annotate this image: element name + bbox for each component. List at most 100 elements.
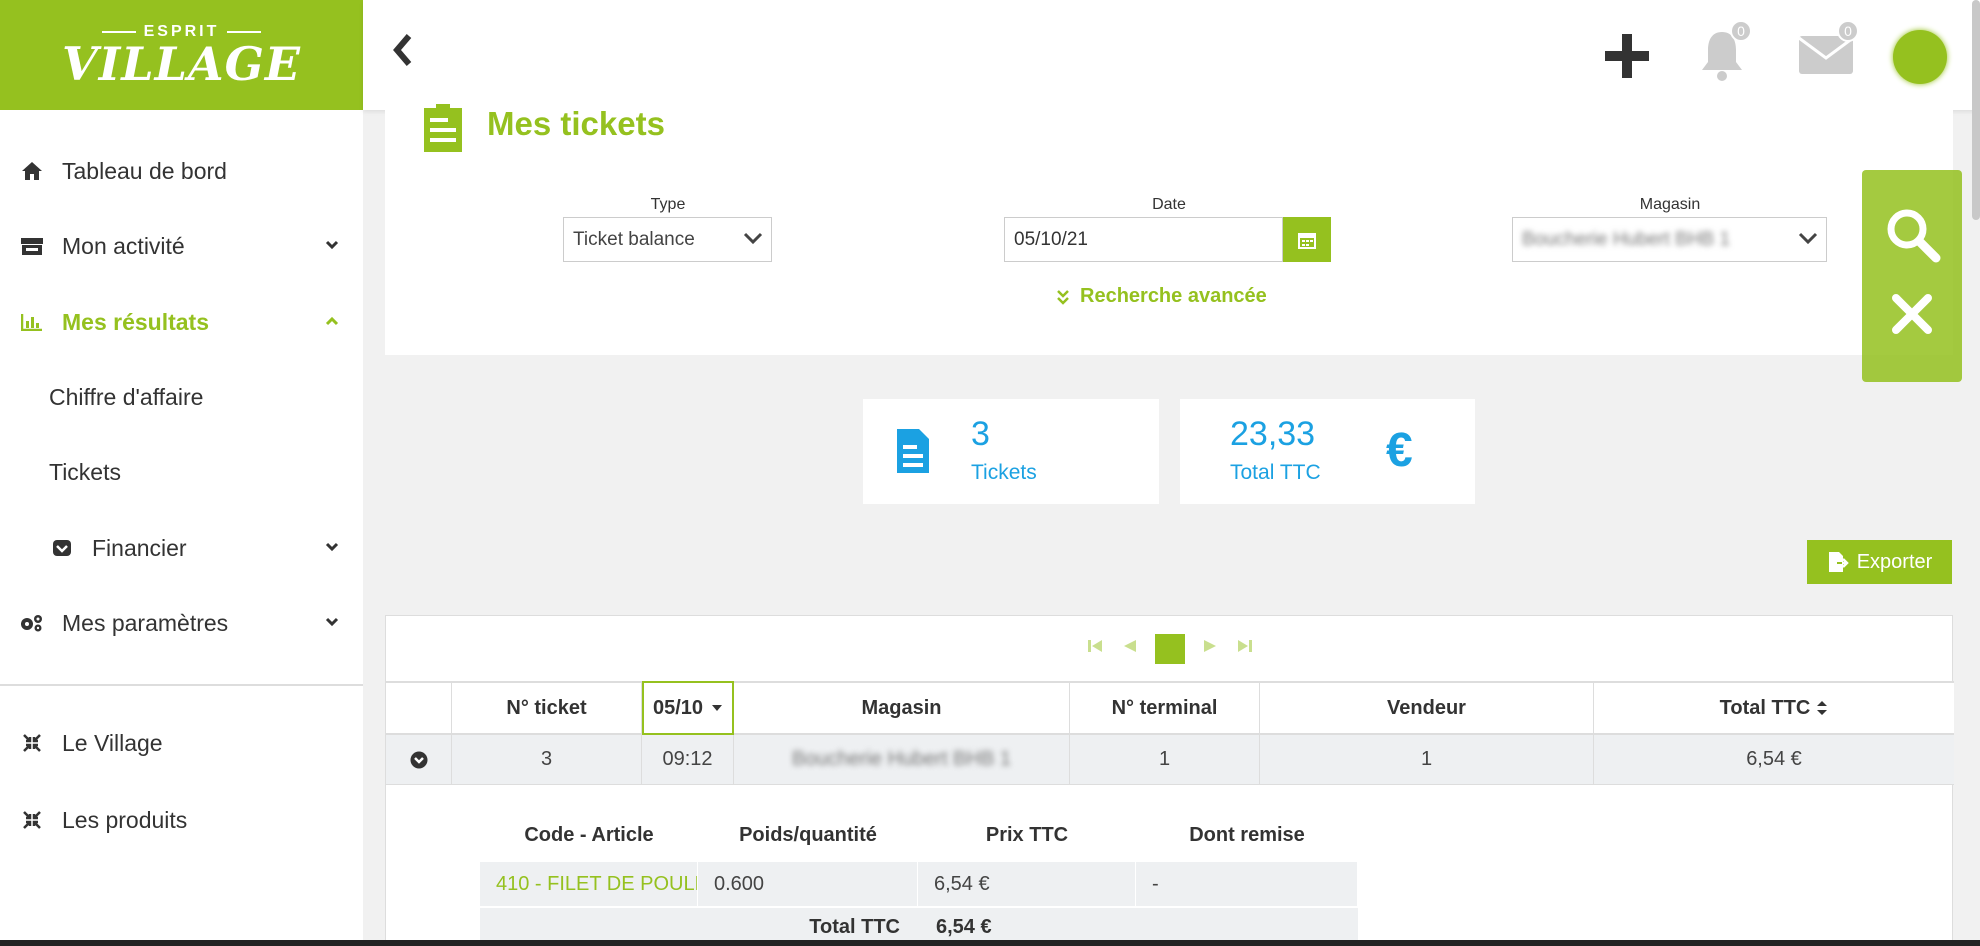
clear-button[interactable] — [1862, 292, 1962, 336]
document-icon — [897, 429, 929, 473]
date-label: Date — [1152, 196, 1186, 213]
sidebar-item-settings[interactable]: Mes paramètres — [0, 593, 363, 653]
detail-article-link[interactable]: 410 - FILET DE POULET — [480, 862, 698, 906]
gears-icon — [18, 613, 46, 633]
search-icon — [1887, 209, 1941, 263]
cell-store: Boucherie Hubert BHB 1 — [734, 735, 1070, 785]
chevron-up-icon — [325, 313, 339, 331]
window-bottom-edge — [0, 940, 1980, 946]
current-page-button[interactable] — [1155, 633, 1185, 664]
total-label: Total TTC — [1230, 461, 1321, 484]
next-page-button[interactable] — [1203, 638, 1219, 659]
page-title: Mes tickets — [487, 105, 665, 142]
detail-price: 6,54 € — [918, 862, 1136, 906]
compress-icon — [18, 733, 46, 753]
plus-icon — [1605, 34, 1649, 78]
prev-page-icon — [1124, 640, 1136, 652]
sidebar-item-tickets[interactable]: Tickets — [0, 442, 363, 502]
total-stat-card: 23,33 Total TTC € — [1180, 399, 1475, 504]
file-export-icon — [1828, 552, 1849, 572]
cell-time: 09:12 — [642, 735, 734, 785]
cell-ticket: 3 — [452, 735, 642, 785]
sidebar-item-financial[interactable]: Financier — [0, 518, 363, 578]
top-bar: 0 0 — [363, 0, 1980, 110]
sidebar-item-label: Mon activité — [62, 232, 185, 259]
column-header-total[interactable]: Total TTC — [1594, 681, 1954, 735]
sidebar-item-activity[interactable]: Mon activité — [0, 216, 363, 276]
sidebar-item-label: Financier — [92, 534, 187, 561]
sidebar: ESPRIT VILLAGE Tableau de bord Mon activ… — [0, 0, 363, 946]
tickets-count: 3 — [971, 415, 990, 453]
row-expand-button[interactable] — [386, 735, 452, 785]
chevron-down-icon — [325, 614, 339, 632]
close-icon — [1892, 294, 1932, 334]
type-select[interactable]: Ticket balance — [563, 217, 772, 262]
column-header-ticket[interactable]: N° ticket — [452, 681, 642, 735]
first-page-icon — [1088, 640, 1102, 652]
add-button[interactable] — [1603, 32, 1651, 85]
pagination — [386, 616, 1954, 681]
column-header-store[interactable]: Magasin — [734, 681, 1070, 735]
notifications-button[interactable]: 0 — [1698, 20, 1752, 87]
calendar-button[interactable] — [1283, 217, 1331, 262]
sidebar-item-products[interactable]: Les produits — [0, 790, 363, 850]
search-button[interactable] — [1862, 204, 1962, 264]
sidebar-item-label: Mes paramètres — [62, 609, 229, 636]
euro-icon: € — [1386, 424, 1413, 477]
column-header-date-label: 05/10 — [652, 696, 704, 719]
chevron-down-icon — [743, 228, 763, 251]
next-page-icon — [1204, 640, 1216, 652]
cell-total: 6,54 € — [1594, 735, 1954, 785]
chevron-circle-down-icon — [410, 751, 427, 768]
chevron-down-icon — [325, 539, 339, 557]
detail-header-article: Code - Article — [524, 823, 654, 846]
date-input-value: 05/10/21 — [1014, 228, 1088, 250]
cell-terminal: 1 — [1070, 735, 1260, 785]
scrollbar[interactable] — [1972, 0, 1980, 220]
type-select-value: Ticket balance — [573, 228, 695, 250]
chevron-down-icon — [325, 237, 339, 255]
sort-icon — [1817, 701, 1828, 715]
sidebar-item-label: Tableau de bord — [62, 157, 227, 184]
sidebar-item-results[interactable]: Mes résultats — [0, 292, 363, 352]
calendar-icon — [1298, 232, 1316, 249]
logo-brand: VILLAGE — [62, 37, 301, 91]
store-select[interactable]: Boucherie Hubert BHB 1 — [1512, 217, 1827, 262]
logo[interactable]: ESPRIT VILLAGE — [0, 0, 363, 110]
ticket-icon — [424, 104, 462, 152]
sidebar-item-village[interactable]: Le Village — [0, 713, 363, 773]
sidebar-item-label: Mes résultats — [62, 308, 210, 335]
export-button[interactable]: Exporter — [1807, 540, 1952, 584]
sidebar-item-label: Chiffre d'affaire — [49, 383, 204, 410]
store-label: Magasin — [1639, 196, 1701, 213]
last-page-icon — [1238, 640, 1252, 652]
sort-desc-icon — [712, 705, 723, 711]
date-input[interactable]: 05/10/21 — [1004, 217, 1283, 262]
advanced-search-link[interactable]: Recherche avancée — [1056, 285, 1267, 308]
detail-qty: 0.600 — [698, 862, 918, 906]
double-chevron-down-icon — [1057, 289, 1069, 305]
tickets-label: Tickets — [971, 461, 1037, 484]
sidebar-item-revenue[interactable]: Chiffre d'affaire — [0, 367, 363, 427]
advanced-search-label: Recherche avancée — [1080, 285, 1267, 307]
last-page-button[interactable] — [1237, 638, 1253, 659]
first-page-button[interactable] — [1087, 638, 1103, 659]
collapse-sidebar-button[interactable] — [391, 32, 415, 78]
prev-page-button[interactable] — [1121, 638, 1137, 659]
sidebar-item-label: Tickets — [49, 458, 121, 485]
bar-chart-icon — [18, 313, 46, 331]
export-label: Exporter — [1856, 550, 1933, 573]
sidebar-item-dashboard[interactable]: Tableau de bord — [0, 141, 363, 201]
cell-store-value: Boucherie Hubert BHB 1 — [791, 748, 1011, 770]
sidebar-item-label: Le Village — [62, 729, 163, 756]
store-select-value: Boucherie Hubert BHB 1 — [1522, 228, 1731, 250]
search-action-panel — [1862, 170, 1962, 382]
messages-button[interactable]: 0 — [1797, 20, 1859, 81]
type-label: Type — [650, 196, 686, 213]
detail-header-price: Prix TTC — [985, 823, 1069, 846]
avatar[interactable] — [1893, 30, 1947, 84]
column-header-seller[interactable]: Vendeur — [1260, 681, 1594, 735]
detail-header-qty: Poids/quantité — [739, 823, 877, 846]
column-header-date[interactable]: 05/10 — [642, 681, 734, 735]
column-header-terminal[interactable]: N° terminal — [1070, 681, 1260, 735]
